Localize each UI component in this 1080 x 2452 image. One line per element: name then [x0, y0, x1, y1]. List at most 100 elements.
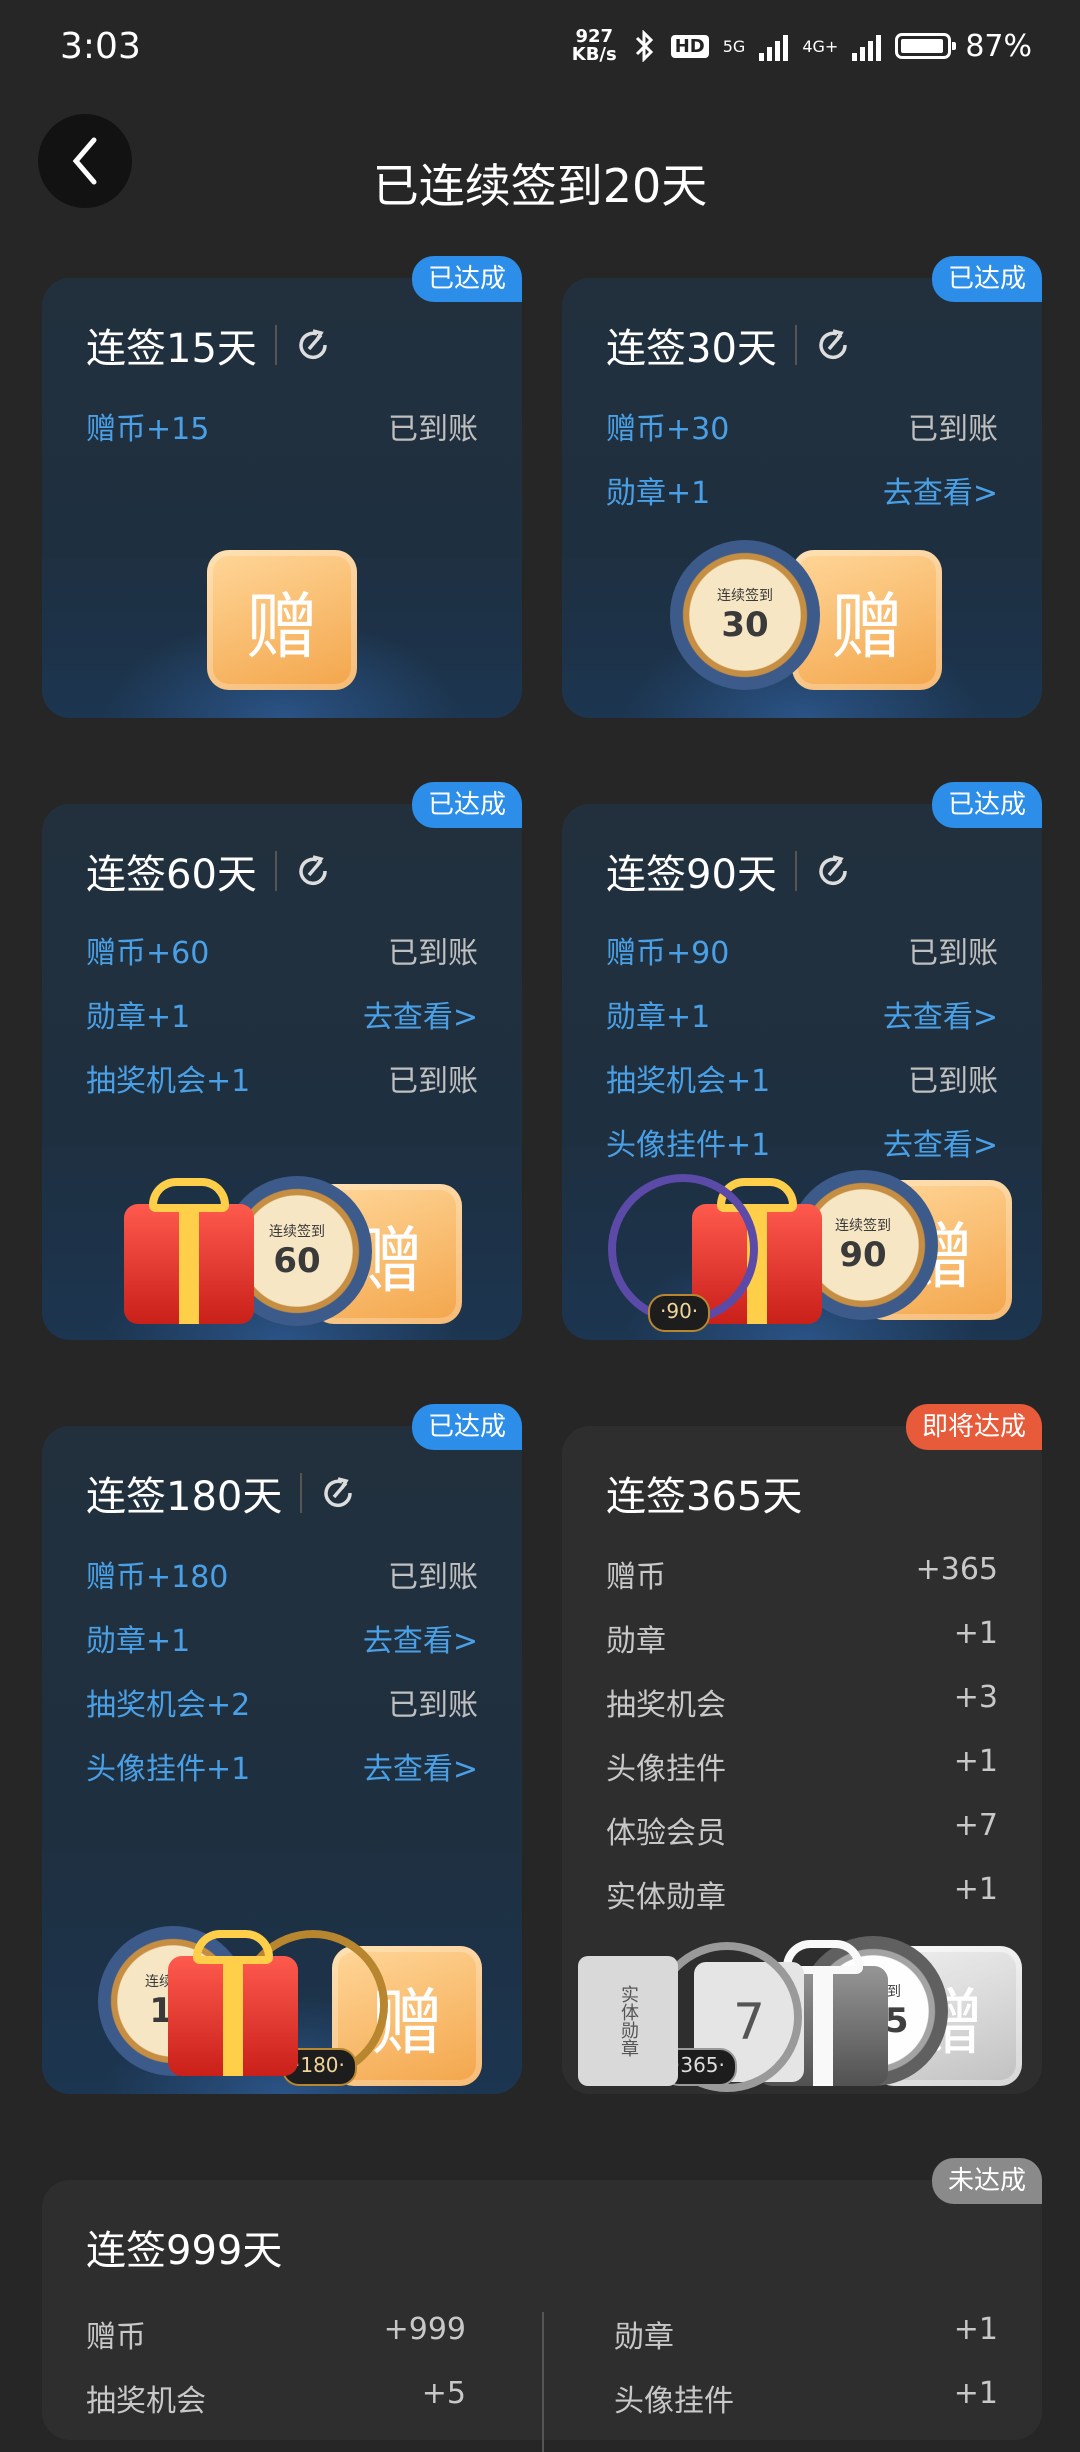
reward-row: 头像挂件+1 去查看> — [86, 1744, 478, 1788]
reward-row: 头像挂件 +1 — [606, 1744, 998, 1788]
title-divider — [794, 851, 797, 891]
view-link[interactable]: 去查看> — [363, 1744, 478, 1788]
status-badge: 已达成 — [411, 782, 522, 828]
view-link[interactable]: 去查看> — [363, 1616, 478, 1660]
avatar-frame-plate: ·90· — [648, 1294, 711, 1332]
bluetooth-icon — [635, 30, 653, 62]
title-divider — [794, 325, 797, 365]
reward-label: 勋章 — [614, 2320, 674, 2355]
reward-amount: +5 — [421, 2376, 466, 2411]
milestone-card-15: 已达成 连签15天 赠币+15 已到账 赠 — [42, 256, 522, 718]
card-title: 连签30天 — [606, 316, 851, 374]
reward-label: 赠币+15 — [86, 412, 210, 447]
reward-row: 体验会员 +7 — [606, 1808, 998, 1852]
reward-row: 赠币+90 已到账 — [606, 928, 998, 972]
card-title: 连签365天 — [606, 1464, 802, 1522]
view-link[interactable]: 去查看> — [883, 1120, 998, 1164]
battery-icon — [895, 33, 957, 59]
column-divider — [542, 2312, 544, 2452]
card-title-text: 连签60天 — [86, 852, 257, 898]
gift-box-image — [168, 1930, 298, 2076]
reward-row: 勋章 +1 — [614, 2312, 998, 2356]
reward-label: 勋章 — [606, 1624, 666, 1659]
reward-row: 抽奖机会+1 已到账 — [606, 1056, 998, 1100]
reward-row: 赠币 +365 — [606, 1552, 998, 1596]
reward-label: 抽奖机会 — [606, 1688, 726, 1723]
milestone-card-90: 已达成 连签90天 赠币+90 已到账 勋章+1 去查看> 抽奖机会+1 已到账… — [562, 782, 1042, 1340]
status-bar: 3:03 927 KB/s HD 5G 4G+ 87% — [0, 0, 1080, 100]
reward-status: 已到账 — [388, 1064, 478, 1099]
card-title-text: 连签90天 — [606, 852, 777, 898]
share-icon[interactable] — [815, 327, 851, 363]
status-time: 3:03 — [60, 26, 141, 67]
reward-row: 抽奖机会 +3 — [606, 1680, 998, 1724]
reward-row: 头像挂件+1 去查看> — [606, 1120, 998, 1164]
share-icon[interactable] — [815, 853, 851, 889]
reward-amount: +1 — [953, 1872, 998, 1907]
network-type-1: 5G — [722, 36, 746, 56]
reward-amount: +365 — [915, 1552, 998, 1587]
card-title: 连签15天 — [86, 316, 331, 374]
reward-status: 已到账 — [388, 412, 478, 447]
reward-label: 头像挂件+1 — [86, 1752, 251, 1787]
reward-amount: +1 — [953, 2376, 998, 2411]
reward-row: 勋章+1 去查看> — [86, 992, 478, 1036]
reward-row: 赠币+15 已到账 — [86, 404, 478, 448]
card-title-text: 连签15天 — [86, 326, 257, 372]
view-link[interactable]: 去查看> — [363, 992, 478, 1036]
signal-icon-2 — [852, 31, 882, 61]
medal-number: 60 — [273, 1241, 321, 1281]
reward-status: 已到账 — [908, 1064, 998, 1099]
reward-status: 已到账 — [388, 1560, 478, 1595]
reward-amount: +1 — [953, 1744, 998, 1779]
card-title-text: 连签365天 — [606, 1474, 803, 1520]
physical-medal-book-image: 实体勋章 — [578, 1956, 678, 2086]
view-link[interactable]: 去查看> — [883, 468, 998, 512]
reward-row: 抽奖机会 +5 — [86, 2376, 466, 2420]
card-title-text: 连签30天 — [606, 326, 777, 372]
card-title: 连签60天 — [86, 842, 331, 900]
milestone-card-30: 已达成 连签30天 赠币+30 已到账 勋章+1 去查看> 赠 连续签到 30 — [562, 256, 1042, 718]
reward-row: 头像挂件 +1 — [614, 2376, 998, 2420]
card-title: 连签180天 — [86, 1464, 356, 1522]
reward-label: 赠币 — [86, 2320, 146, 2355]
milestone-card-180: 已达成 连签180天 赠币+180 已到账 勋章+1 去查看> 抽奖机会+2 已… — [42, 1404, 522, 2094]
medal-number: 30 — [721, 605, 769, 645]
reward-label: 勋章+1 — [606, 476, 711, 511]
view-link[interactable]: 去查看> — [883, 992, 998, 1036]
status-badge: 已达成 — [931, 782, 1042, 828]
reward-label: 勋章+1 — [86, 1624, 191, 1659]
network-speed-unit: KB/s — [571, 44, 617, 65]
medal-caption: 连续签到 — [717, 588, 773, 604]
reward-label: 赠币+180 — [86, 1560, 229, 1595]
reward-label: 抽奖机会 — [86, 2384, 206, 2419]
milestone-card-365: 即将达成 连签365天 赠币 +365 勋章 +1 抽奖机会 +3 头像挂件 +… — [562, 1404, 1042, 2094]
network-speed: 927 KB/s — [572, 28, 617, 64]
medal-caption: 连续签到 — [269, 1224, 325, 1240]
reward-label: 勋章+1 — [606, 1000, 711, 1035]
title-divider — [300, 1473, 303, 1513]
share-icon[interactable] — [295, 327, 331, 363]
status-badge: 已达成 — [931, 256, 1042, 302]
status-badge: 已达成 — [411, 1404, 522, 1450]
reward-row: 赠币 +999 — [86, 2312, 466, 2356]
milestone-card-60: 已达成 连签60天 赠币+60 已到账 勋章+1 去查看> 抽奖机会+1 已到账… — [42, 782, 522, 1340]
share-icon[interactable] — [295, 853, 331, 889]
medal-image: 连续签到 30 — [670, 540, 820, 690]
reward-label: 赠币+90 — [606, 936, 730, 971]
reward-row: 勋章 +1 — [606, 1616, 998, 1660]
reward-label: 勋章+1 — [86, 1000, 191, 1035]
coin-ticket-image: 赠 — [207, 550, 357, 690]
reward-label: 抽奖机会+2 — [86, 1688, 251, 1723]
reward-row: 赠币+30 已到账 — [606, 404, 998, 448]
reward-label: 头像挂件+1 — [606, 1128, 771, 1163]
card-title-text: 连签180天 — [86, 1474, 283, 1520]
reward-label: 实体勋章 — [606, 1880, 726, 1915]
reward-row: 实体勋章 +1 — [606, 1872, 998, 1916]
reward-row: 勋章+1 去查看> — [606, 992, 998, 1036]
gift-box-image — [124, 1178, 254, 1324]
reward-label: 赠币 — [606, 1560, 666, 1595]
share-icon[interactable] — [320, 1475, 356, 1511]
reward-row: 抽奖机会+2 已到账 — [86, 1680, 478, 1724]
battery-percentage: 87% — [965, 28, 1032, 64]
